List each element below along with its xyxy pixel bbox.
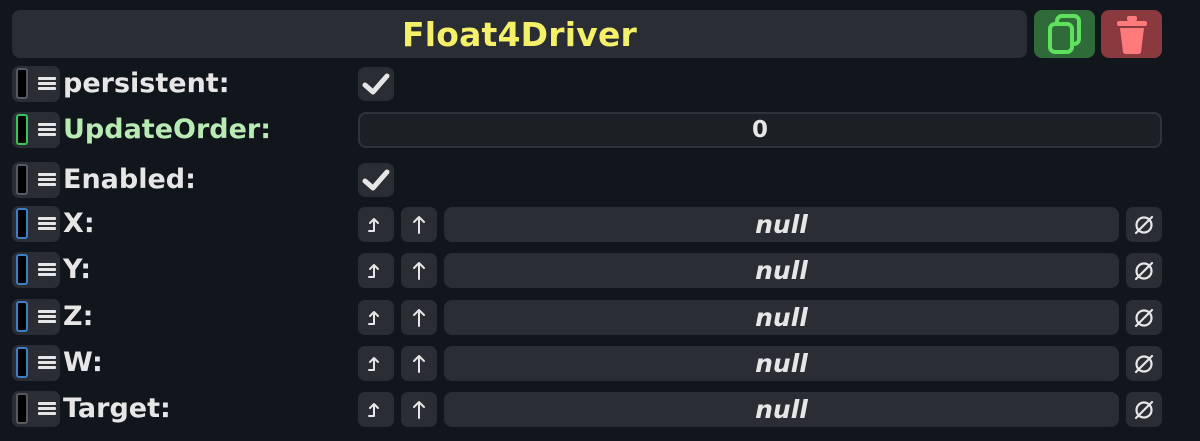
field-label: UpdateOrder: xyxy=(63,114,272,145)
duplicate-icon xyxy=(1047,14,1081,54)
clear-reference-button[interactable] xyxy=(1126,207,1162,242)
delete-component-button[interactable] xyxy=(1101,10,1162,58)
field-slot-indicator xyxy=(16,254,28,285)
update-order-input[interactable]: 0 xyxy=(358,112,1162,148)
field-slot-indicator xyxy=(16,164,28,195)
reference-field[interactable]: null xyxy=(444,300,1119,335)
field-label: Enabled: xyxy=(63,164,196,195)
reference-field[interactable]: null xyxy=(444,392,1119,427)
field-label: W: xyxy=(63,347,103,378)
component-title-bar: Float4Driver xyxy=(12,10,1027,58)
enabled-checkbox[interactable] xyxy=(358,163,394,197)
reference-field[interactable]: null xyxy=(444,207,1119,242)
field-drag-handle[interactable] xyxy=(12,112,60,148)
field-row-w: W: null xyxy=(0,343,1200,385)
up-arrow-icon xyxy=(413,261,425,280)
jump-to-reference-button[interactable] xyxy=(358,392,394,427)
duplicate-component-button[interactable] xyxy=(1034,10,1095,58)
field-row-update-order: UpdateOrder: 0 xyxy=(0,110,1200,152)
field-slot-indicator xyxy=(16,208,28,239)
menu-icon xyxy=(38,77,56,91)
jump-arrow-icon xyxy=(368,402,379,417)
clear-reference-button[interactable] xyxy=(1126,253,1162,288)
null-icon xyxy=(1134,308,1154,327)
field-label: X: xyxy=(63,208,95,239)
up-arrow-icon xyxy=(413,400,425,419)
null-icon xyxy=(1134,400,1154,419)
jump-arrow-icon xyxy=(368,310,379,325)
checkmark-icon xyxy=(362,73,390,95)
field-drag-handle[interactable] xyxy=(12,299,60,335)
menu-icon xyxy=(38,310,56,324)
field-slot-indicator xyxy=(16,114,28,145)
clear-reference-button[interactable] xyxy=(1126,392,1162,427)
component-inspector: Float4Driver persistent: UpdateOrder: 0 … xyxy=(0,0,1200,441)
field-row-persistent: persistent: xyxy=(0,64,1200,106)
checkmark-icon xyxy=(362,169,390,191)
field-label: persistent: xyxy=(63,68,230,99)
null-icon xyxy=(1134,354,1154,373)
menu-icon xyxy=(38,263,56,277)
menu-icon xyxy=(38,173,56,187)
field-drag-handle[interactable] xyxy=(12,206,60,242)
field-row-z: Z: null xyxy=(0,297,1200,339)
clear-reference-button[interactable] xyxy=(1126,300,1162,335)
trash-icon xyxy=(1116,16,1147,54)
field-label: Y: xyxy=(63,254,92,285)
field-row-target: Target: null xyxy=(0,389,1200,431)
component-title: Float4Driver xyxy=(401,14,638,54)
go-up-button[interactable] xyxy=(401,207,437,242)
go-up-button[interactable] xyxy=(401,300,437,335)
field-row-y: Y: null xyxy=(0,250,1200,292)
null-icon xyxy=(1134,261,1154,280)
jump-arrow-icon xyxy=(368,356,379,371)
field-slot-indicator xyxy=(16,347,28,378)
menu-icon xyxy=(38,217,56,231)
menu-icon xyxy=(38,402,56,416)
field-label: Z: xyxy=(63,301,94,332)
null-icon xyxy=(1134,215,1154,234)
jump-to-reference-button[interactable] xyxy=(358,253,394,288)
field-slot-indicator xyxy=(16,301,28,332)
field-label: Target: xyxy=(63,393,171,424)
go-up-button[interactable] xyxy=(401,346,437,381)
field-row-enabled: Enabled: xyxy=(0,160,1200,202)
up-arrow-icon xyxy=(413,308,425,327)
menu-icon xyxy=(38,123,56,137)
reference-field[interactable]: null xyxy=(444,346,1119,381)
field-drag-handle[interactable] xyxy=(12,252,60,288)
jump-arrow-icon xyxy=(368,263,379,278)
field-slot-indicator xyxy=(16,393,28,424)
up-arrow-icon xyxy=(413,354,425,373)
field-drag-handle[interactable] xyxy=(12,391,60,427)
persistent-checkbox[interactable] xyxy=(358,67,394,101)
field-drag-handle[interactable] xyxy=(12,162,60,198)
jump-to-reference-button[interactable] xyxy=(358,300,394,335)
field-row-x: X: null xyxy=(0,204,1200,246)
up-arrow-icon xyxy=(413,215,425,234)
field-slot-indicator xyxy=(16,68,28,99)
go-up-button[interactable] xyxy=(401,392,437,427)
field-drag-handle[interactable] xyxy=(12,345,60,381)
jump-to-reference-button[interactable] xyxy=(358,207,394,242)
clear-reference-button[interactable] xyxy=(1126,346,1162,381)
jump-arrow-icon xyxy=(368,217,379,232)
field-drag-handle[interactable] xyxy=(12,66,60,102)
jump-to-reference-button[interactable] xyxy=(358,346,394,381)
reference-field[interactable]: null xyxy=(444,253,1119,288)
go-up-button[interactable] xyxy=(401,253,437,288)
menu-icon xyxy=(38,356,56,370)
